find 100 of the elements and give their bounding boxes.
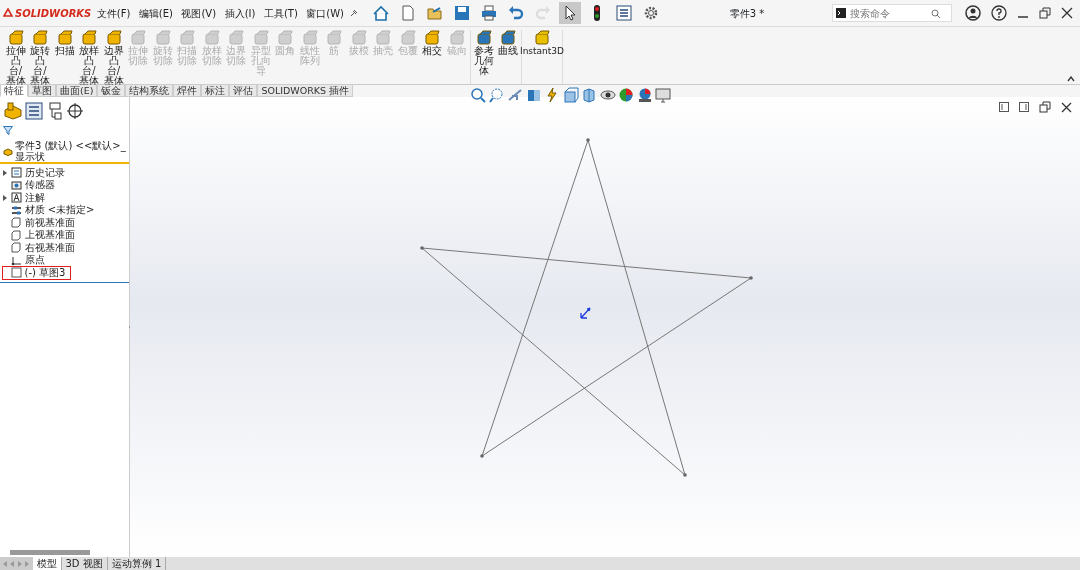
tree-item[interactable]: 注解 (2, 191, 50, 204)
ribbon-button[interactable]: 相交 (421, 29, 443, 84)
sketch-icon (11, 267, 22, 279)
eye-icon[interactable] (599, 87, 616, 103)
panel-right-icon[interactable] (1019, 102, 1029, 112)
collapse-icon[interactable] (1067, 75, 1075, 82)
menu-item[interactable]: 文件(F) (93, 5, 134, 21)
restore-icon[interactable] (1038, 7, 1051, 19)
close-icon[interactable] (1060, 7, 1073, 19)
ribbon-button[interactable]: 旋转凸台/基体 (29, 29, 51, 84)
menu-item[interactable]: 插入(I) (221, 5, 259, 21)
feature-icon (81, 29, 97, 46)
tree-item[interactable]: 材质 <未指定> (2, 204, 100, 217)
feature-icon (534, 29, 550, 46)
redo-icon (534, 4, 552, 22)
sensor-icon (11, 179, 22, 191)
settings-icon (642, 4, 660, 22)
origin-icon (11, 254, 22, 266)
dynamic-highlight-icon[interactable] (544, 87, 560, 103)
tree-item[interactable]: 原点 (2, 254, 50, 267)
terminal-icon (835, 8, 846, 18)
tree-item[interactable]: 上视基准面 (2, 229, 80, 242)
logo-text: SOLIDWORKS (15, 6, 92, 21)
appearance-icon[interactable] (618, 87, 634, 103)
user-icon[interactable] (964, 5, 981, 21)
view-orientation-icon[interactable] (562, 87, 579, 103)
filter-icon[interactable] (2, 126, 13, 135)
zoom-area-icon[interactable] (488, 87, 505, 103)
pin-icon[interactable] (349, 9, 358, 17)
logo-icon (2, 8, 13, 18)
ribbon-button[interactable]: 扫描 (53, 29, 76, 84)
search-box[interactable]: 搜索命令 (832, 4, 952, 22)
bottom-tab[interactable]: 模型 (32, 557, 62, 570)
menu-item[interactable]: 窗口(W) (303, 5, 347, 21)
tree-item[interactable]: 前视基准面 (2, 216, 80, 229)
ribbon-button[interactable]: 放样凸台/基体 (78, 29, 100, 84)
menu-item[interactable]: 工具(T) (260, 5, 301, 21)
command-tab[interactable]: 焊件 (173, 85, 202, 97)
command-tab[interactable]: 钣金 (97, 85, 126, 97)
home-icon (372, 4, 390, 22)
crosshair-icon[interactable] (66, 102, 84, 120)
monitor-icon[interactable] (655, 87, 671, 103)
tree-item[interactable]: 传感器 (2, 179, 60, 192)
search-icon (930, 8, 940, 18)
plane-icon (11, 229, 22, 241)
property-list-icon[interactable] (25, 102, 43, 120)
scrollbar[interactable] (10, 549, 90, 555)
menu-item[interactable]: 视图(V) (178, 5, 220, 21)
annotation-icon (11, 192, 22, 204)
command-tab[interactable]: 曲面(E) (56, 85, 98, 97)
zoom-fit-icon[interactable] (470, 87, 486, 103)
feature-icon (7, 29, 24, 46)
new-document-icon (399, 4, 417, 22)
restore-icon[interactable] (1039, 101, 1051, 113)
printer-icon (480, 4, 498, 22)
command-tab[interactable]: 评估 (229, 85, 258, 97)
help-icon[interactable] (990, 5, 1007, 21)
command-tab[interactable]: 结构系统 (125, 85, 174, 97)
panel-left-icon[interactable] (999, 102, 1009, 112)
section-view-icon[interactable] (525, 87, 542, 103)
pointer-button[interactable] (559, 2, 581, 24)
scene-icon[interactable] (636, 87, 653, 103)
command-tab[interactable]: 标注 (201, 85, 230, 97)
plane-icon (11, 242, 22, 254)
plane-icon (11, 217, 22, 229)
ribbon-button[interactable]: 拉伸凸台/基体 (4, 29, 27, 84)
tree-root[interactable]: 零件3 (默认) <<默认>_显示状 (15, 140, 127, 162)
feature-icon (32, 29, 48, 46)
command-tab[interactable]: 草图 (28, 85, 56, 97)
close-icon[interactable] (1061, 101, 1072, 113)
list-button[interactable] (613, 2, 635, 24)
tree-item[interactable]: 右视基准面 (2, 241, 80, 254)
cube-icon[interactable] (581, 87, 597, 103)
tree-item[interactable]: 历史记录 (2, 166, 70, 179)
feature-icon (424, 29, 440, 46)
undo-icon (507, 4, 525, 22)
history-icon (11, 167, 22, 179)
part-icon[interactable] (2, 102, 23, 120)
tree-item[interactable]: (-) 草图3 (2, 266, 71, 279)
feature-icon (56, 29, 73, 46)
bottom-tab[interactable]: 3D 视图 (61, 557, 108, 570)
material-icon (11, 204, 22, 216)
view-previous-icon[interactable] (507, 87, 523, 103)
command-tab[interactable]: SOLIDWORKS 插件 (257, 85, 354, 97)
bottom-tab[interactable]: 运动算例 1 (107, 557, 167, 570)
feature-icon (475, 29, 492, 46)
open-folder-icon (426, 4, 444, 22)
ribbon-button[interactable]: 边界凸台/基体 (102, 29, 125, 84)
feature-icon (500, 29, 516, 46)
feature-icon (105, 29, 122, 46)
command-tab[interactable]: 特征 (0, 85, 28, 97)
ribbon-button[interactable]: 曲线 (497, 29, 519, 84)
window-title: 零件3 * (729, 6, 765, 21)
search-field[interactable]: 搜索命令 (848, 4, 928, 22)
list-icon (615, 4, 633, 22)
ribbon-button[interactable]: 参考几何体 (472, 29, 495, 84)
menu-item[interactable]: 编辑(E) (135, 5, 176, 21)
part-icon (2, 146, 13, 156)
expand-arrow-icon[interactable] (2, 194, 7, 201)
expand-arrow-icon[interactable] (2, 169, 7, 176)
